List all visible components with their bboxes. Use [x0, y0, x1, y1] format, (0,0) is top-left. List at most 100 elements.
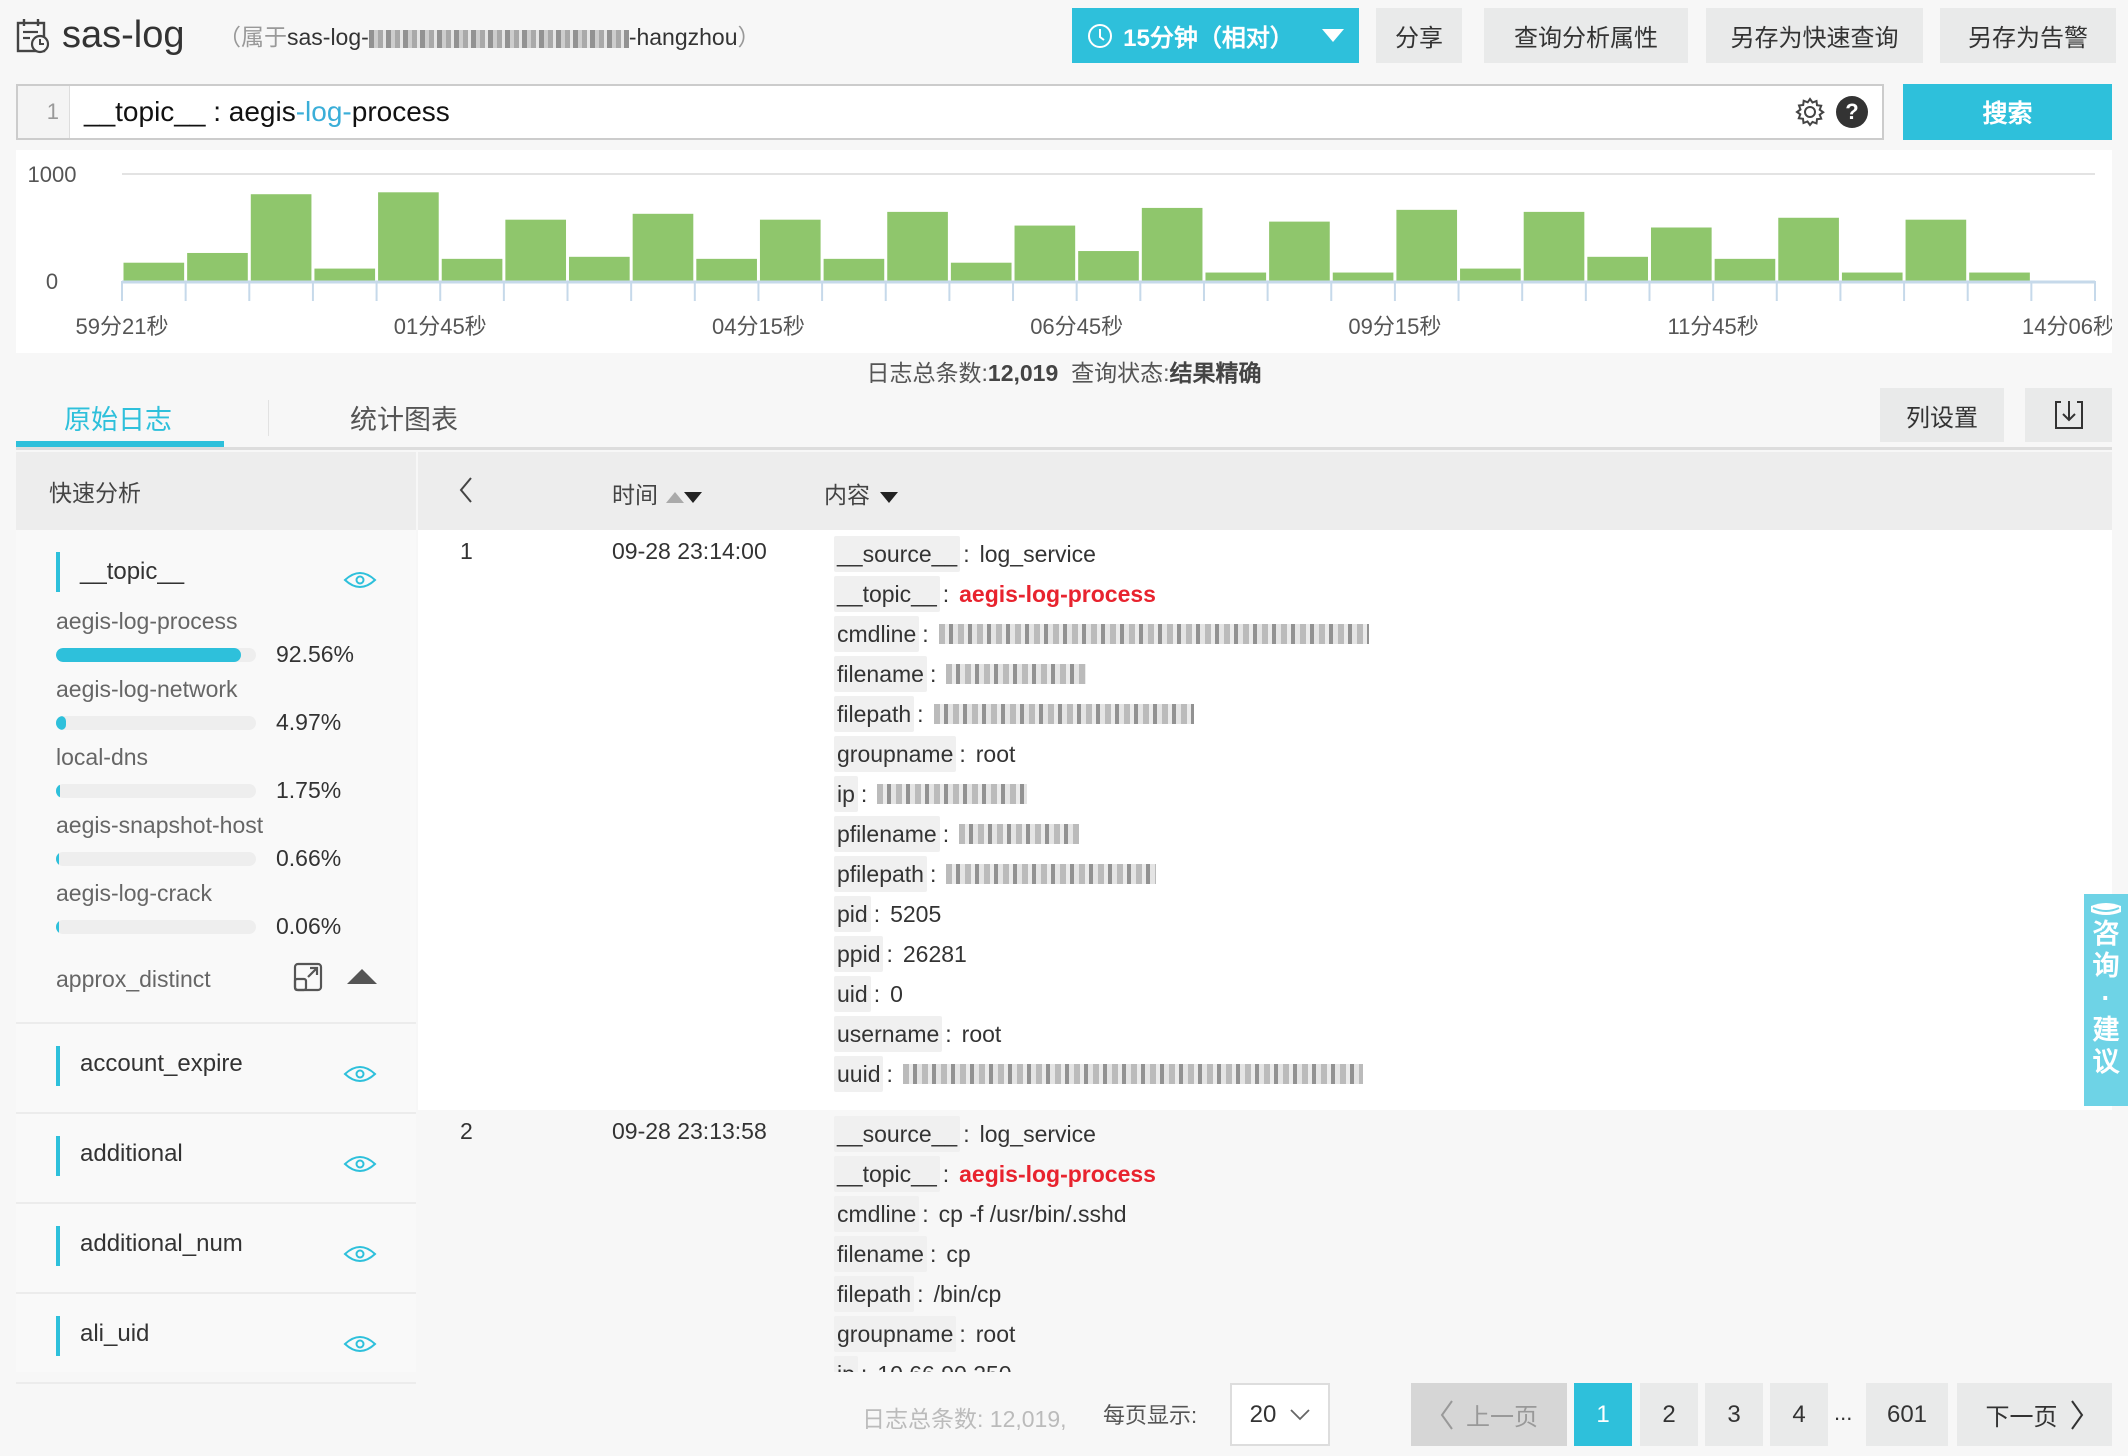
page-4-button[interactable]: 4	[1770, 1383, 1828, 1446]
log-field-value[interactable]: aegis-log-process	[959, 581, 1156, 608]
topic-value-label[interactable]: aegis-log-network	[56, 676, 238, 703]
log-field-key[interactable]: groupname	[834, 736, 957, 772]
column-content[interactable]: 内容	[824, 476, 898, 510]
log-field-value[interactable]: root	[976, 741, 1016, 768]
next-page-button[interactable]: 下一页	[1957, 1383, 2112, 1446]
log-field-key[interactable]: filepath	[834, 1276, 915, 1312]
log-field-key[interactable]: username	[834, 1016, 943, 1052]
log-field-value[interactable]: log_service	[980, 1121, 1096, 1148]
topic-value-label[interactable]: aegis-snapshot-host	[56, 812, 263, 839]
log-field-key[interactable]: pid	[834, 896, 871, 932]
log-field-value[interactable]: aegis-log-process	[959, 1161, 1156, 1188]
share-button[interactable]: 分享	[1376, 8, 1462, 63]
save-quick-query-button[interactable]: 另存为快速查询	[1706, 8, 1923, 63]
time-range-dropdown[interactable]: 15分钟（相对）	[1072, 8, 1359, 63]
query-editor[interactable]: 1 __topic__ : aegis-log-process ?	[16, 84, 1884, 140]
log-field-key[interactable]: ip	[834, 776, 858, 812]
gear-icon[interactable]	[1794, 96, 1826, 128]
sort-desc-icon[interactable]	[684, 492, 702, 503]
collapse-panel-icon[interactable]	[458, 476, 474, 504]
log-field-key[interactable]: uuid	[834, 1056, 884, 1092]
topic-value-label[interactable]: aegis-log-crack	[56, 880, 212, 907]
y-tick-label: 1000	[28, 162, 77, 187]
histogram-chart: 0 1000 59分21秒 01分45秒 04分15秒 06分45秒 09分15秒 11分45…	[16, 150, 2112, 353]
log-field-value[interactable]: root	[976, 1321, 1016, 1348]
eye-icon[interactable]	[343, 1242, 377, 1266]
eye-icon[interactable]	[343, 568, 377, 592]
log-field-key[interactable]: pfilename	[834, 816, 940, 852]
log-field-key[interactable]: filename	[834, 656, 927, 692]
eye-icon[interactable]	[343, 1152, 377, 1176]
page-last-button[interactable]: 601	[1866, 1383, 1948, 1446]
histogram-bar	[1205, 272, 1267, 281]
histogram-bar	[505, 219, 567, 281]
help-icon[interactable]: ?	[1836, 96, 1868, 128]
search-button[interactable]: 搜索	[1903, 84, 2112, 140]
log-field-key[interactable]: filepath	[834, 696, 915, 732]
log-field-key[interactable]: __source__	[834, 536, 961, 572]
log-field-key[interactable]: cmdline	[834, 1196, 920, 1232]
log-field-key[interactable]: __topic__	[834, 1156, 940, 1192]
log-field-value[interactable]	[959, 824, 1080, 844]
log-field-value[interactable]	[938, 624, 1369, 644]
pagination-total: 日志总条数: 12,019,	[862, 1406, 1067, 1432]
topic-value-percent: 0.66%	[276, 845, 342, 871]
field-name-topic[interactable]: __topic__	[80, 558, 184, 586]
page-2-button[interactable]: 2	[1640, 1383, 1698, 1446]
log-field-value[interactable]: log_service	[980, 541, 1096, 568]
field-name[interactable]: additional	[80, 1140, 183, 1168]
log-field-value[interactable]: 10.66.90.250	[877, 1361, 1011, 1373]
column-settings-button[interactable]: 列设置	[1880, 388, 2004, 442]
log-field-key[interactable]: cmdline	[834, 616, 920, 652]
log-field-value[interactable]: 0	[890, 981, 903, 1008]
consult-feedback-tab[interactable]: 咨 询 · 建 议	[2084, 894, 2128, 1106]
save-alert-button[interactable]: 另存为告警	[1940, 8, 2116, 63]
query-text[interactable]: __topic__ : aegis-log-process	[70, 96, 450, 128]
page-1-button[interactable]: 1	[1574, 1383, 1632, 1446]
field-name[interactable]: account_expire	[80, 1050, 243, 1078]
per-page-select[interactable]: 20	[1230, 1383, 1330, 1446]
field-name[interactable]: additional_num	[80, 1230, 243, 1258]
log-field-key[interactable]: groupname	[834, 1316, 957, 1352]
log-field: pfilename:	[834, 816, 1080, 852]
histogram-bar	[1650, 227, 1712, 281]
log-field-key[interactable]: ppid	[834, 936, 884, 972]
log-field-value[interactable]: 26281	[903, 941, 967, 968]
log-field-value[interactable]: cp -f /usr/bin/.sshd	[939, 1201, 1127, 1228]
log-row: 1 09-28 23:14:00 __source__: log_service …	[418, 530, 2112, 1110]
quick-analysis-panel: 快速分析 __topic__ aegis-log-process 92.56% a…	[16, 452, 416, 1384]
eye-icon[interactable]	[343, 1062, 377, 1086]
tab-raw-logs[interactable]: 原始日志	[64, 402, 172, 438]
field-name[interactable]: ali_uid	[80, 1320, 149, 1348]
log-field: filepath:	[834, 696, 1194, 732]
log-field-key[interactable]: filename	[834, 1236, 927, 1272]
caret-down-icon[interactable]	[880, 492, 898, 503]
log-field-value[interactable]	[946, 664, 1087, 684]
log-field-value[interactable]: root	[962, 1021, 1002, 1048]
page-3-button[interactable]: 3	[1705, 1383, 1763, 1446]
collapse-up-icon[interactable]	[345, 966, 379, 986]
tab-statistics-chart[interactable]: 统计图表	[350, 402, 458, 438]
log-field-value[interactable]	[946, 864, 1157, 884]
log-field-value[interactable]	[902, 1064, 1363, 1084]
log-field-value[interactable]: /bin/cp	[934, 1281, 1002, 1308]
log-field-value[interactable]	[933, 704, 1194, 724]
query-properties-button[interactable]: 查询分析属性	[1484, 8, 1688, 63]
log-field-value[interactable]: 5205	[890, 901, 941, 928]
expand-icon[interactable]	[293, 962, 323, 992]
topic-value-label[interactable]: aegis-log-process	[56, 608, 238, 635]
log-field-key[interactable]: __topic__	[834, 576, 940, 612]
download-button[interactable]	[2025, 388, 2112, 442]
log-field-value[interactable]	[877, 784, 1028, 804]
sort-asc-icon[interactable]	[666, 492, 684, 503]
topic-value-label[interactable]: local-dns	[56, 744, 148, 771]
log-field-key[interactable]: pfilepath	[834, 856, 927, 892]
eye-icon[interactable]	[343, 1332, 377, 1356]
log-field-key[interactable]: ip	[834, 1356, 858, 1372]
prev-page-button[interactable]: 上一页	[1411, 1383, 1567, 1446]
column-time[interactable]: 时间	[612, 476, 702, 510]
logstore-history-icon	[16, 19, 50, 54]
log-field-key[interactable]: uid	[834, 976, 871, 1012]
log-field-key[interactable]: __source__	[834, 1116, 961, 1152]
log-field-value[interactable]: cp	[946, 1241, 970, 1268]
